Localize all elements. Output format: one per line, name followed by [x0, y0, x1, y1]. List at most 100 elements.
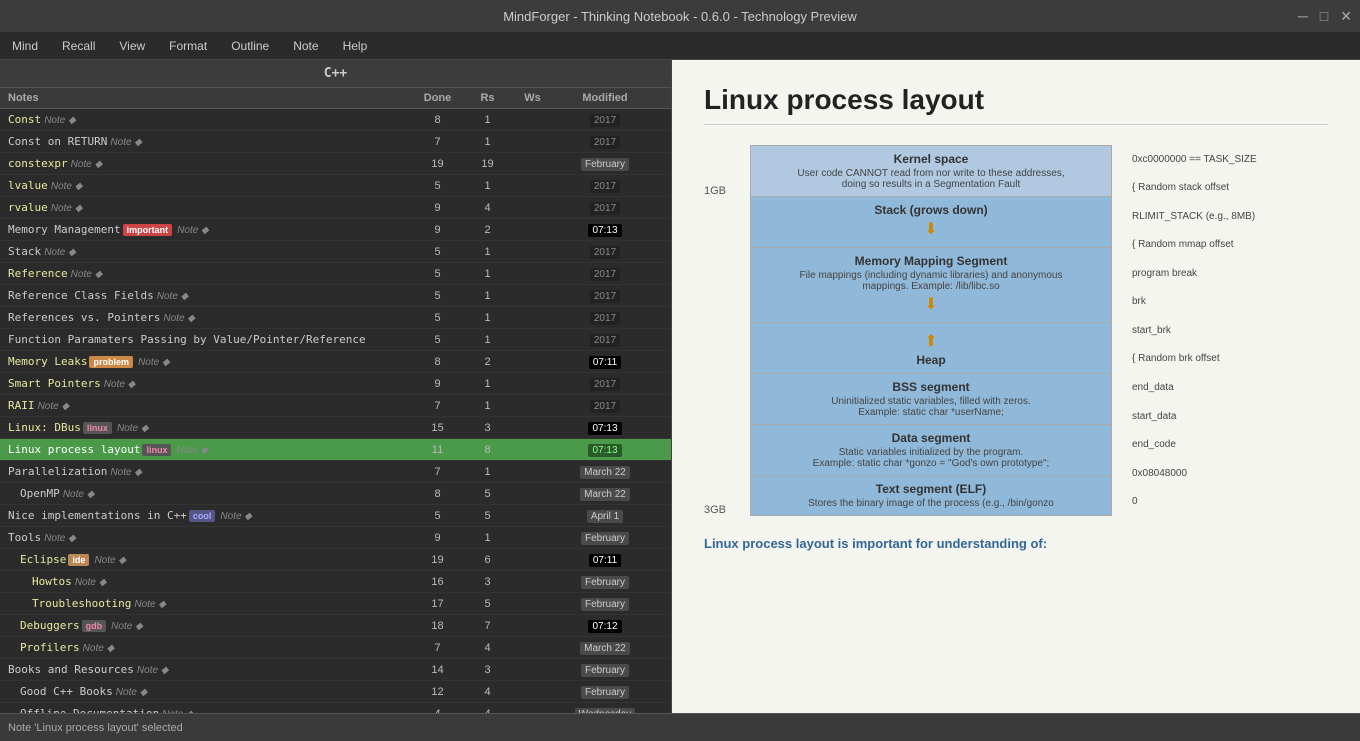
menu-recall[interactable]: Recall	[58, 37, 99, 55]
table-row[interactable]: Tools Note ◆91February	[0, 527, 671, 549]
table-row[interactable]: Const on RETURN Note ◆712017	[0, 131, 671, 153]
table-row[interactable]: Linux: DBuslinux Note ◆15307:13	[0, 417, 671, 439]
table-row[interactable]: Howtos Note ◆163February	[0, 571, 671, 593]
stack-title: Stack (grows down)	[759, 203, 1103, 217]
note-type: Note ◆	[71, 269, 103, 280]
tag-cool: cool	[189, 510, 216, 522]
date-cell: April 1	[555, 508, 655, 523]
memory-diagram: 1GB 3GB Kernel space User code CANNOT re…	[704, 145, 1328, 516]
rs-cell: 1	[465, 400, 510, 412]
date-cell: March 22	[555, 486, 655, 501]
note-type: Note ◆	[110, 467, 142, 478]
table-row[interactable]: Nice implementations in C++cool Note ◆55…	[0, 505, 671, 527]
menu-format[interactable]: Format	[165, 37, 211, 55]
note-type: Note ◆	[177, 225, 209, 236]
table-row[interactable]: Troubleshooting Note ◆175February	[0, 593, 671, 615]
rs-cell: 2	[465, 224, 510, 236]
table-row[interactable]: Eclipseide Note ◆19607:11	[0, 549, 671, 571]
date-cell: February	[555, 596, 655, 611]
table-row[interactable]: OpenMP Note ◆85March 22	[0, 483, 671, 505]
rs-cell: 1	[465, 180, 510, 192]
label-1gb: 1GB	[704, 185, 734, 197]
rs-cell: 1	[465, 378, 510, 390]
note-type: Note ◆	[94, 555, 126, 566]
done-cell: 19	[410, 158, 465, 170]
note-name-cell: rvalue Note ◆	[0, 201, 410, 214]
date-cell: February	[555, 530, 655, 545]
annot-zero: 0	[1132, 496, 1328, 507]
rs-cell: 3	[465, 664, 510, 676]
table-row[interactable]: Memory Leaksproblem Note ◆8207:11	[0, 351, 671, 373]
menu-note[interactable]: Note	[289, 37, 322, 55]
table-row[interactable]: lvalue Note ◆512017	[0, 175, 671, 197]
table-row[interactable]: Smart Pointers Note ◆912017	[0, 373, 671, 395]
date-cell: February	[555, 684, 655, 699]
note-name-cell: RAII Note ◆	[0, 399, 410, 412]
heap-arrow: ⬆	[759, 329, 1103, 353]
annot-start-data: start_data	[1132, 411, 1328, 422]
table-row[interactable]: Linux process layoutlinux Note ◆11807:13	[0, 439, 671, 461]
rs-cell: 5	[465, 488, 510, 500]
table-row[interactable]: Parallelization Note ◆71March 22	[0, 461, 671, 483]
note-type: Note ◆	[137, 665, 169, 676]
table-row[interactable]: Reference Class Fields Note ◆512017	[0, 285, 671, 307]
table-row[interactable]: RAII Note ◆712017	[0, 395, 671, 417]
date-cell: March 22	[555, 640, 655, 655]
maximize-button[interactable]: □	[1320, 8, 1328, 25]
table-row[interactable]: Profilers Note ◆74March 22	[0, 637, 671, 659]
table-row[interactable]: Reference Note ◆512017	[0, 263, 671, 285]
annot-task-size: 0xc0000000 == TASK_SIZE	[1132, 154, 1328, 165]
done-cell: 5	[410, 312, 465, 324]
date-cell: February	[555, 574, 655, 589]
note-type: Note ◆	[110, 137, 142, 148]
left-panel: C++ Notes Done Rs Ws Modified Const Note…	[0, 60, 672, 713]
annot-brk: brk	[1132, 296, 1328, 307]
table-row[interactable]: Stack Note ◆512017	[0, 241, 671, 263]
table-row[interactable]: Books and Resources Note ◆143February	[0, 659, 671, 681]
note-name-cell: OpenMP Note ◆	[0, 487, 410, 500]
note-type: Note ◆	[44, 247, 76, 258]
menu-view[interactable]: View	[115, 37, 149, 55]
table-row[interactable]: Debuggersgdb Note ◆18707:12	[0, 615, 671, 637]
notes-list[interactable]: Const Note ◆812017Const on RETURN Note ◆…	[0, 109, 671, 713]
rs-cell: 1	[465, 246, 510, 258]
note-type: Note ◆	[51, 181, 83, 192]
table-row[interactable]: Good C++ Books Note ◆124February	[0, 681, 671, 703]
done-cell: 18	[410, 620, 465, 632]
table-row[interactable]: Offline Documentation Note ◆44Wednesday	[0, 703, 671, 713]
done-cell: 17	[410, 598, 465, 610]
menu-outline[interactable]: Outline	[227, 37, 273, 55]
date-cell: 2017	[555, 134, 655, 149]
done-cell: 9	[410, 378, 465, 390]
table-row[interactable]: Const Note ◆812017	[0, 109, 671, 131]
table-row[interactable]: Function Paramaters Passing by Value/Poi…	[0, 329, 671, 351]
rs-cell: 1	[465, 136, 510, 148]
note-type: Note ◆	[111, 621, 143, 632]
kernel-title: Kernel space	[759, 152, 1103, 166]
menu-help[interactable]: Help	[339, 37, 372, 55]
table-row[interactable]: References vs. Pointers Note ◆512017	[0, 307, 671, 329]
close-button[interactable]: ✕	[1340, 8, 1352, 25]
done-cell: 7	[410, 400, 465, 412]
note-name-cell: Const Note ◆	[0, 113, 410, 126]
tag-gdb: gdb	[82, 620, 107, 632]
note-type: Note ◆	[44, 533, 76, 544]
main-area: C++ Notes Done Rs Ws Modified Const Note…	[0, 60, 1360, 713]
table-row[interactable]: rvalue Note ◆942017	[0, 197, 671, 219]
table-row[interactable]: constexpr Note ◆1919February	[0, 153, 671, 175]
note-type: Note ◆	[177, 445, 209, 456]
right-panel[interactable]: Linux process layout 1GB 3GB Kernel spac…	[672, 60, 1360, 713]
note-name-cell: Stack Note ◆	[0, 245, 410, 258]
done-cell: 9	[410, 532, 465, 544]
annot-end-data: end_data	[1132, 382, 1328, 393]
done-cell: 8	[410, 356, 465, 368]
status-text: Note 'Linux process layout' selected	[8, 722, 183, 734]
note-name-cell: Offline Documentation Note ◆	[0, 707, 410, 713]
minimize-button[interactable]: ─	[1298, 8, 1308, 25]
rs-cell: 6	[465, 554, 510, 566]
note-type: Note ◆	[51, 203, 83, 214]
table-row[interactable]: Memory Managementimportant Note ◆9207:13	[0, 219, 671, 241]
note-type: Note ◆	[71, 159, 103, 170]
menu-mind[interactable]: Mind	[8, 37, 42, 55]
done-cell: 15	[410, 422, 465, 434]
